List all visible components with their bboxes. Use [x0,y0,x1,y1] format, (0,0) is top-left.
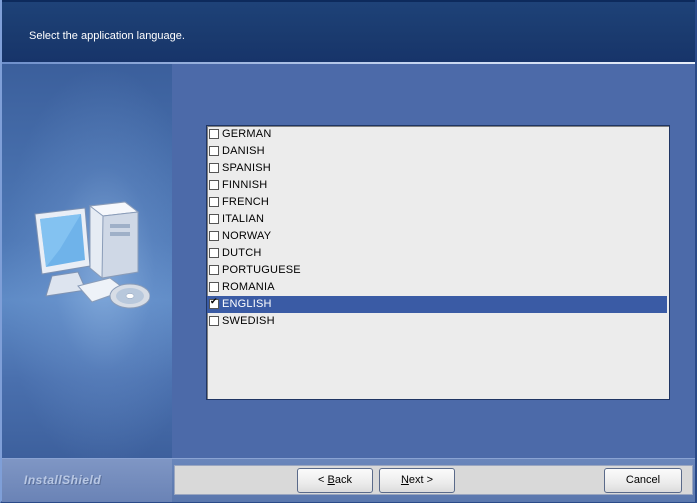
side-graphic-panel [2,64,172,458]
dialog-footer: InstallShield < Back Next > Cancel [2,458,695,502]
language-label: NORWAY [222,230,272,242]
back-button[interactable]: < Back [297,468,373,493]
language-label: SWEDISH [222,315,275,327]
language-item-dutch[interactable]: DUTCH [207,245,667,262]
language-item-norway[interactable]: NORWAY [207,228,667,245]
language-checkbox[interactable] [209,265,219,275]
language-listbox[interactable]: GERMAN DANISH SPANISH FINNISH FRENCH ITA… [206,125,670,400]
language-item-portuguese[interactable]: PORTUGUESE [207,262,667,279]
language-label: ITALIAN [222,213,265,225]
language-label: GERMAN [222,128,272,140]
language-item-spanish[interactable]: SPANISH [207,160,667,177]
language-label: DUTCH [222,247,262,259]
language-checkbox-checked[interactable] [209,297,219,309]
language-label: SPANISH [222,162,271,174]
computer-with-cd-icon [34,201,150,309]
header-instruction: Select the application language. [29,30,185,42]
language-item-romania[interactable]: ROMANIA [207,279,667,296]
language-item-english[interactable]: ENGLISH [207,296,667,313]
dialog-header: Select the application language. [2,0,695,62]
language-checkbox[interactable] [209,180,219,190]
brand-strip: InstallShield [2,459,172,502]
language-label: FINNISH [222,179,268,191]
language-checkbox[interactable] [209,214,219,224]
language-checkbox[interactable] [209,231,219,241]
language-checkbox[interactable] [209,146,219,156]
cancel-button[interactable]: Cancel [604,468,682,493]
language-label: ENGLISH [222,298,272,310]
language-item-finnish[interactable]: FINNISH [207,177,667,194]
next-button[interactable]: Next > [379,468,455,493]
language-label: PORTUGUESE [222,264,301,276]
language-item-swedish[interactable]: SWEDISH [207,313,667,330]
language-label: ROMANIA [222,281,275,293]
language-item-italian[interactable]: ITALIAN [207,211,667,228]
language-checkbox[interactable] [209,316,219,326]
language-item-german[interactable]: GERMAN [207,126,667,143]
language-item-danish[interactable]: DANISH [207,143,667,160]
language-checkbox[interactable] [209,197,219,207]
language-checkbox[interactable] [209,282,219,292]
language-label: DANISH [222,145,265,157]
language-label: FRENCH [222,196,270,208]
language-checkbox[interactable] [209,163,219,173]
language-checkbox[interactable] [209,129,219,139]
language-checkbox[interactable] [209,248,219,258]
installshield-logo: InstallShield [24,473,102,487]
language-item-french[interactable]: FRENCH [207,194,667,211]
